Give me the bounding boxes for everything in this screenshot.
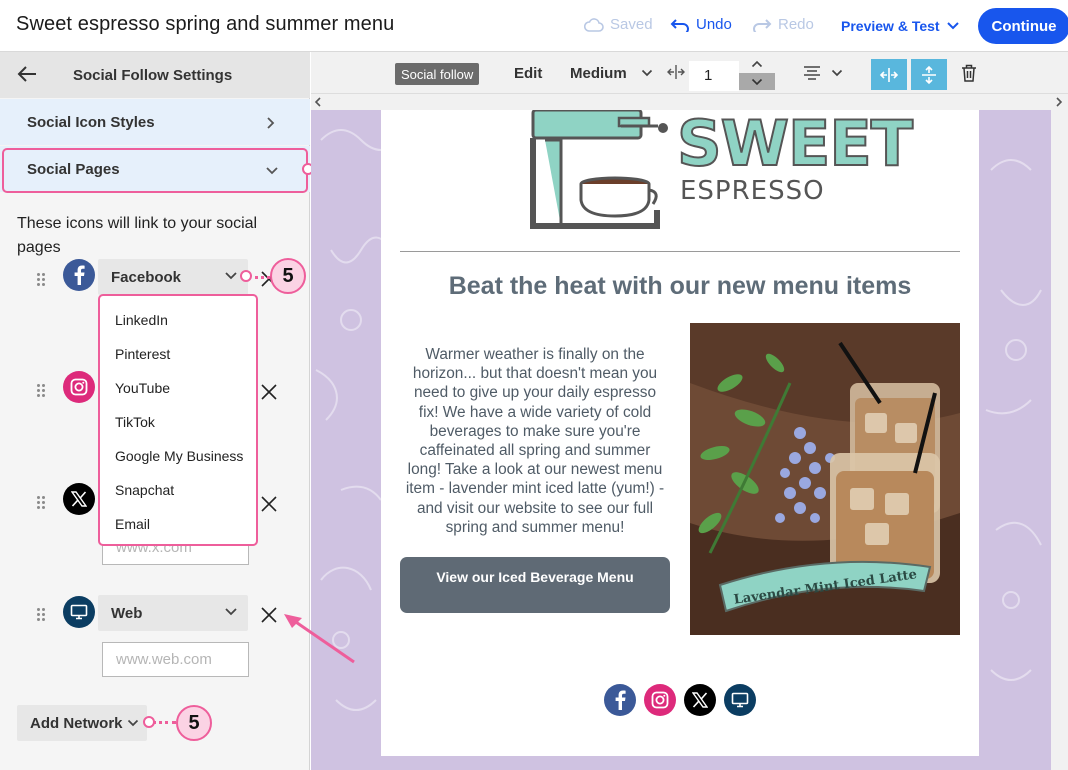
- callout-dot: [143, 716, 155, 728]
- dropdown-option-youtube[interactable]: YouTube: [115, 380, 170, 396]
- saved-status: Saved: [584, 16, 653, 33]
- saved-label: Saved: [610, 16, 653, 33]
- undo-icon: [670, 18, 689, 32]
- monitor-icon: [63, 596, 95, 628]
- dropdown-option-email[interactable]: Email: [115, 516, 150, 532]
- undo-label: Undo: [696, 16, 732, 33]
- email-body-text[interactable]: Warmer weather is finally on the horizon…: [402, 345, 668, 537]
- iced-latte-photo[interactable]: Lavendar Mint Iced Latte: [690, 323, 960, 635]
- preview-test-button[interactable]: Preview & Test: [841, 18, 960, 34]
- x-icon: [63, 483, 95, 515]
- chevron-down-icon: [946, 22, 959, 30]
- spin-down-button[interactable]: [739, 73, 775, 90]
- x-icon[interactable]: [684, 684, 716, 716]
- spacing-input[interactable]: 1: [689, 61, 739, 91]
- select-label: Facebook: [111, 269, 182, 286]
- web-url-field[interactable]: www.web.com: [102, 642, 249, 677]
- undo-button[interactable]: Undo: [670, 16, 732, 33]
- chevron-up-icon: [751, 60, 763, 68]
- instagram-icon: [63, 371, 95, 403]
- full-width-button[interactable]: [871, 59, 907, 90]
- view-menu-button[interactable]: View our Iced Beverage Menu: [400, 557, 670, 613]
- top-header: Sweet espresso spring and summer menu Sa…: [0, 0, 1068, 52]
- block-toolbar: Social follow Edit Medium 1: [311, 52, 1068, 94]
- accordion-label: Social Icon Styles: [27, 114, 155, 131]
- drag-handle-icon[interactable]: [37, 608, 45, 622]
- continue-button[interactable]: Continue: [978, 8, 1068, 44]
- settings-title: Social Follow Settings: [73, 67, 233, 84]
- chevron-down-icon: [225, 608, 237, 616]
- drag-handle-icon[interactable]: [37, 273, 45, 287]
- spin-up-button[interactable]: [739, 56, 775, 73]
- chevron-down-icon[interactable]: [641, 69, 653, 78]
- dropdown-option-google-my-business[interactable]: Google My Business: [115, 448, 243, 464]
- instagram-icon[interactable]: [644, 684, 676, 716]
- document-title[interactable]: Sweet espresso spring and summer menu: [16, 13, 394, 36]
- divider: [400, 251, 960, 252]
- add-network-label: Add Network: [30, 715, 123, 732]
- scroll-left-icon[interactable]: [314, 97, 322, 107]
- add-network-button[interactable]: Add Network: [17, 705, 147, 741]
- callout-step-5: 5: [270, 258, 306, 294]
- chevron-right-icon: [267, 117, 275, 129]
- highlight-frame: [2, 148, 308, 193]
- annotation-arrow: [284, 614, 355, 664]
- callout-step-5: 5: [176, 705, 212, 741]
- callout-connector: [152, 721, 176, 724]
- redo-button[interactable]: Redo: [752, 16, 814, 33]
- drag-handle-icon[interactable]: [37, 384, 45, 398]
- network-select-web[interactable]: Web: [98, 595, 248, 631]
- redo-label: Redo: [778, 16, 814, 33]
- scroll-right-icon[interactable]: [1055, 97, 1063, 107]
- email-headline[interactable]: Beat the heat with our new menu items: [400, 272, 960, 301]
- network-dropdown-menu: LinkedIn Pinterest YouTube TikTok Google…: [98, 294, 258, 546]
- close-icon[interactable]: [260, 495, 278, 513]
- network-select-facebook[interactable]: Facebook: [98, 259, 248, 295]
- drag-handle-icon[interactable]: [37, 496, 45, 510]
- dropdown-option-snapchat[interactable]: Snapchat: [115, 482, 174, 498]
- chevron-down-icon: [751, 78, 763, 86]
- close-icon[interactable]: [260, 383, 278, 401]
- chevron-down-icon: [225, 272, 237, 280]
- horizontal-spacing-icon: [667, 65, 685, 79]
- block-type-chip: Social follow: [395, 63, 480, 85]
- chevron-down-icon: [127, 719, 139, 727]
- select-label: Web: [111, 605, 143, 622]
- pages-description: These icons will link to your social pag…: [17, 215, 258, 256]
- monitor-icon[interactable]: [724, 684, 756, 716]
- vertical-scrollbar[interactable]: [1051, 110, 1068, 770]
- cloud-icon: [584, 17, 604, 32]
- settings-header: Social Follow Settings: [0, 52, 310, 98]
- logo-text-espresso: ESPRESSO: [680, 176, 825, 206]
- chevron-down-icon[interactable]: [831, 69, 843, 78]
- back-arrow-icon[interactable]: [16, 64, 38, 84]
- logo-text-sweet: SWEET: [676, 107, 914, 180]
- facebook-icon: [63, 259, 95, 291]
- size-select[interactable]: Medium: [570, 65, 627, 82]
- facebook-icon[interactable]: [604, 684, 636, 716]
- redo-icon: [753, 18, 772, 32]
- accordion-social-icon-styles[interactable]: Social Icon Styles: [0, 99, 310, 145]
- dropdown-option-tiktok[interactable]: TikTok: [115, 414, 155, 430]
- dropdown-option-linkedin[interactable]: LinkedIn: [115, 312, 168, 328]
- close-icon[interactable]: [260, 606, 278, 624]
- expand-vertical-icon: [922, 65, 936, 84]
- dropdown-option-pinterest[interactable]: Pinterest: [115, 346, 170, 362]
- align-center-icon[interactable]: [803, 66, 821, 80]
- expand-horizontal-icon: [879, 67, 899, 82]
- trash-icon[interactable]: [961, 64, 977, 82]
- preview-label: Preview & Test: [841, 18, 940, 34]
- vertical-spacing-button[interactable]: [911, 59, 947, 90]
- callout-dot: [240, 270, 252, 282]
- edit-button[interactable]: Edit: [514, 65, 542, 82]
